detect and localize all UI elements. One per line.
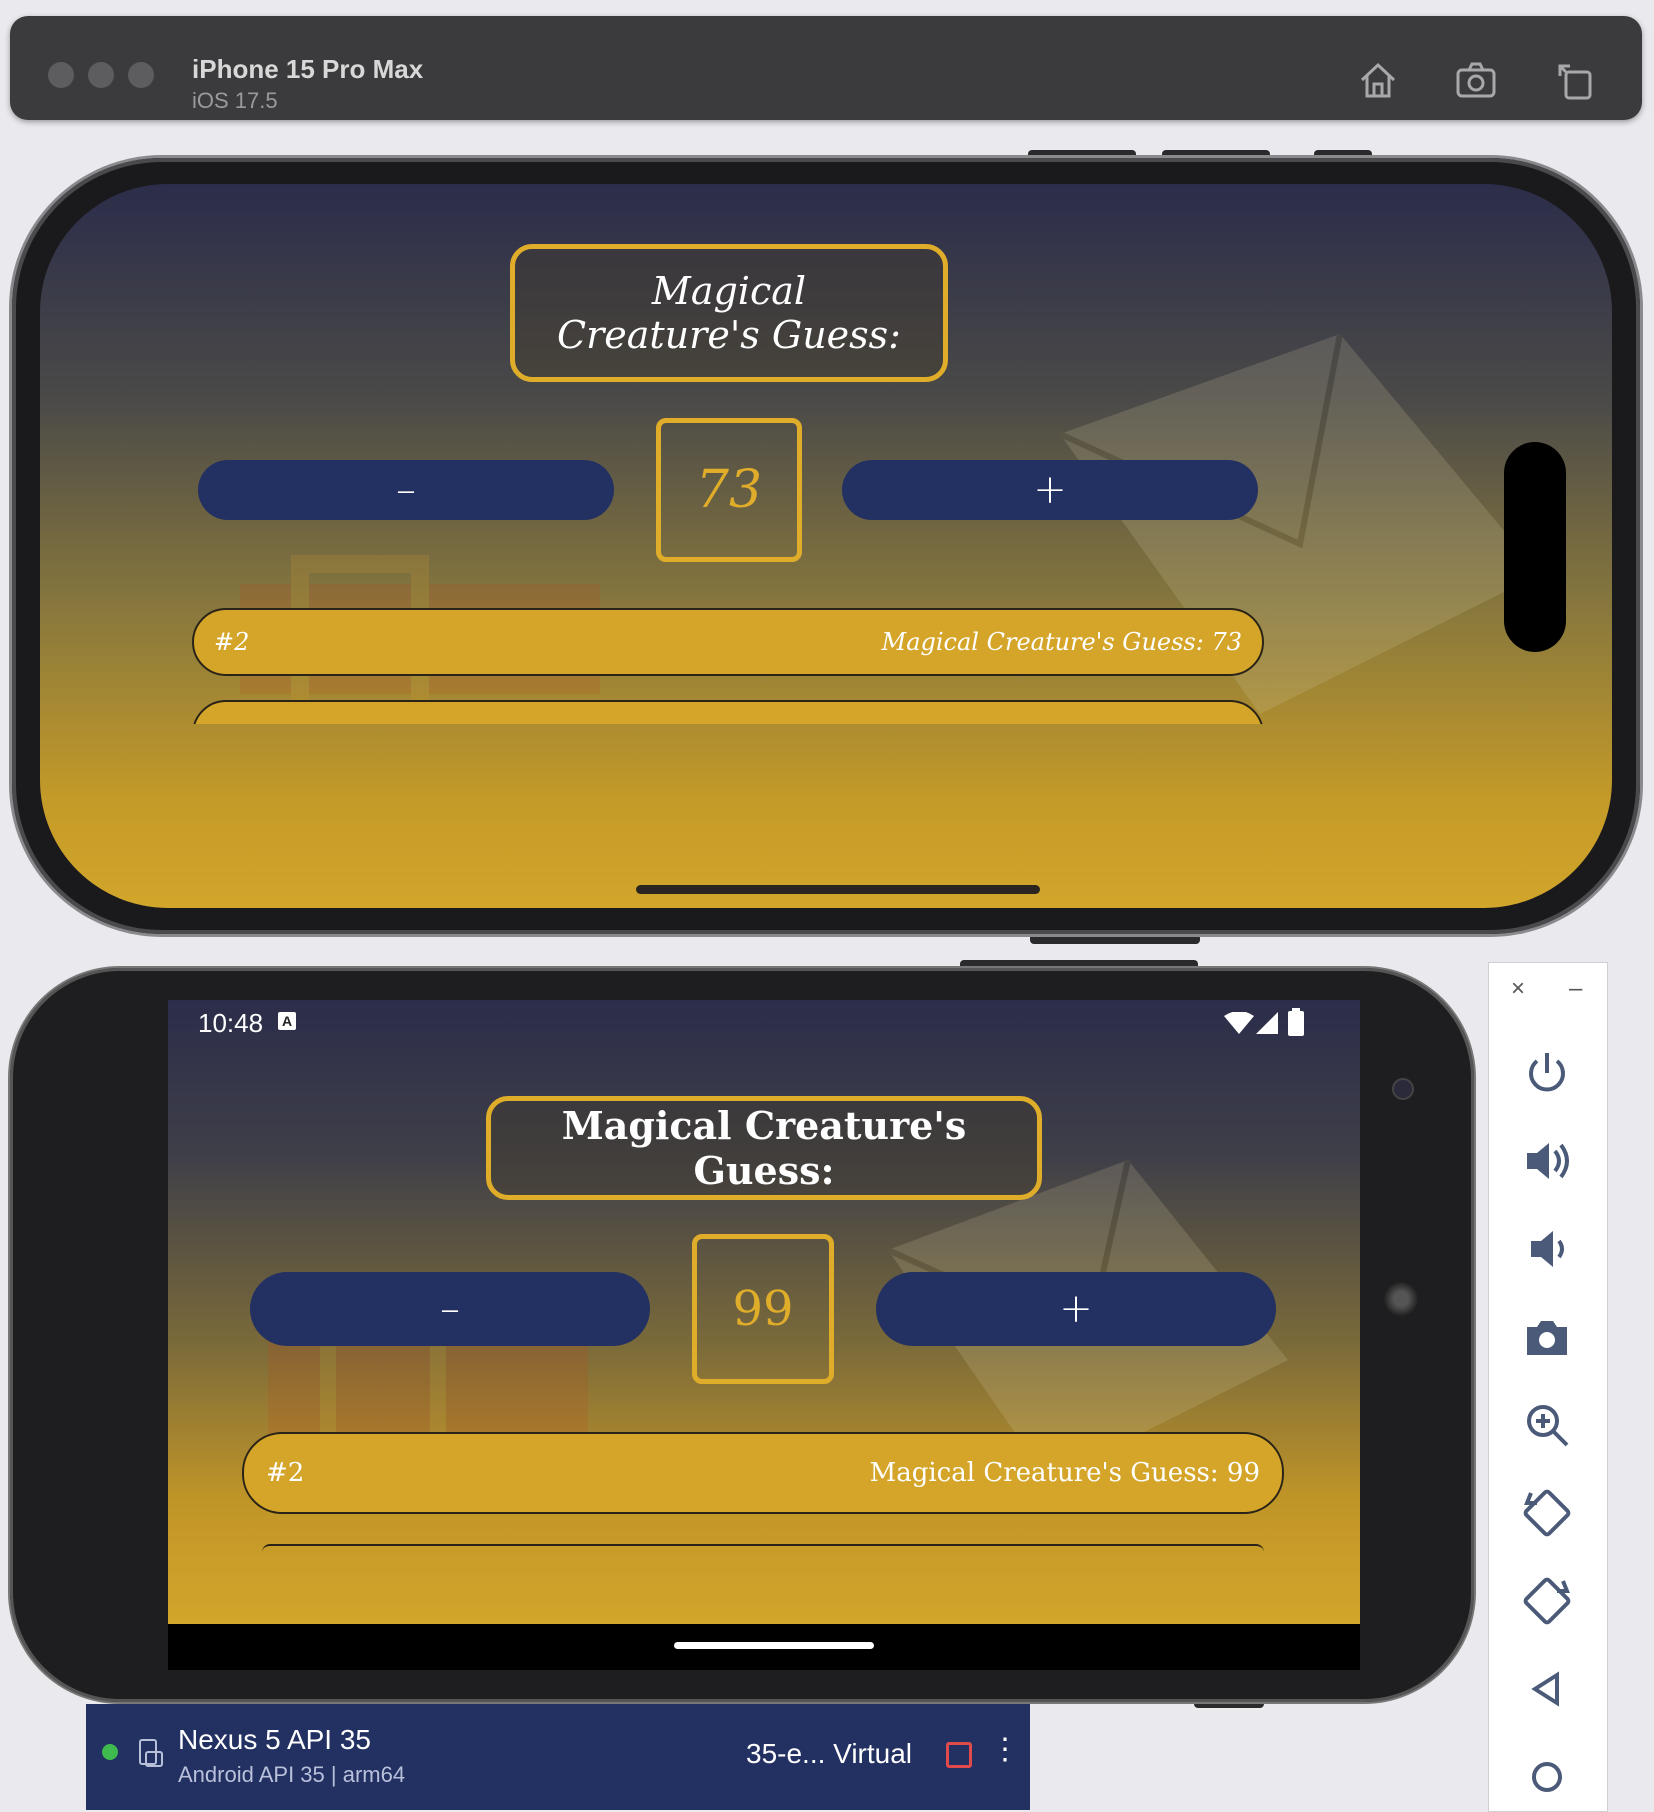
volume-up-icon[interactable]	[1519, 1133, 1575, 1189]
rotate-left-icon[interactable]	[1519, 1485, 1575, 1541]
current-guess: 73	[695, 460, 763, 520]
guess-title: Magical Creature's Guess:	[557, 269, 901, 357]
front-camera-icon	[1394, 1080, 1412, 1098]
back-icon[interactable]	[1519, 1661, 1575, 1717]
a-icon: A	[278, 1012, 296, 1030]
running-status-icon	[102, 1744, 118, 1760]
emulator-toolbar: × –	[1488, 962, 1608, 1812]
home-indicator[interactable]	[674, 1642, 874, 1649]
plus-label: +	[1059, 1286, 1093, 1332]
home-circle-icon[interactable]	[1519, 1749, 1575, 1805]
device-subtitle: Android API 35 | arm64	[178, 1762, 406, 1787]
minus-label: –	[440, 1286, 460, 1332]
device-icon	[139, 1739, 163, 1767]
simulator-titlebar: iPhone 15 Pro Max iOS 17.5	[10, 16, 1642, 120]
close-icon[interactable]: ×	[1511, 975, 1525, 1003]
zoom-window-button[interactable]	[128, 62, 154, 88]
device-type: 35-e... Virtual	[746, 1738, 913, 1769]
simulator-device-name: iPhone 15 Pro Max	[192, 54, 424, 84]
running-device-panel[interactable]: Nexus 5 API 35 Android API 35 | arm64 35…	[86, 1704, 1030, 1810]
guess-title-box: Magical Creature's Guess:	[486, 1096, 1042, 1200]
home-icon[interactable]	[1356, 58, 1400, 102]
dynamic-island	[1504, 442, 1566, 652]
guess-number-box: 73	[656, 418, 802, 562]
android-screen: 10:48 A Magical Creature's Guess: – 99 +…	[168, 1000, 1360, 1670]
status-bar: 10:48 A	[168, 1000, 1360, 1044]
device-name: Nexus 5 API 35	[178, 1724, 372, 1755]
log-text: Magical Creature's Guess: 73	[881, 628, 1242, 656]
home-indicator[interactable]	[636, 885, 1040, 894]
camera-icon[interactable]	[1519, 1309, 1575, 1365]
volume-down-icon[interactable]	[1519, 1221, 1575, 1277]
minimize-icon[interactable]: –	[1569, 975, 1582, 1003]
status-time: 10:48	[198, 1008, 264, 1038]
speaker-grille-icon	[1384, 1282, 1418, 1316]
decrease-button[interactable]: –	[198, 460, 614, 520]
guess-title-box: Magical Creature's Guess:	[510, 244, 948, 382]
guess-number-box: 99	[692, 1234, 834, 1384]
log-index: #2	[214, 628, 250, 656]
zoom-icon[interactable]	[1519, 1397, 1575, 1453]
log-list-item-partial	[192, 700, 1264, 724]
rotate-icon[interactable]	[1554, 58, 1598, 102]
android-frame: 10:48 A Magical Creature's Guess: – 99 +…	[10, 968, 1474, 1702]
battery-icon	[1288, 1008, 1304, 1036]
decrease-button[interactable]: –	[250, 1272, 650, 1346]
minimize-window-button[interactable]	[88, 62, 114, 88]
simulator-os-version: iOS 17.5	[192, 88, 278, 113]
iphone-screen: Magical Creature's Guess: – 73 + #2 Magi…	[40, 184, 1612, 908]
background-illustration: 10:48 A Magical Creature's Guess: – 99 +…	[168, 1000, 1360, 1624]
wifi-icon	[1224, 1012, 1254, 1034]
increase-button[interactable]: +	[842, 460, 1258, 520]
guess-title: Magical Creature's Guess:	[561, 1103, 967, 1193]
stop-device-button[interactable]	[946, 1742, 972, 1768]
log-index: #2	[266, 1458, 305, 1488]
signal-icon	[1256, 1012, 1278, 1034]
rotate-right-icon[interactable]	[1519, 1573, 1575, 1629]
iphone-power-button	[1030, 934, 1200, 944]
log-text: Magical Creature's Guess: 99	[869, 1458, 1260, 1488]
power-icon[interactable]	[1519, 1045, 1575, 1101]
minus-label: –	[396, 467, 416, 513]
increase-button[interactable]: +	[876, 1272, 1276, 1346]
current-guess: 99	[732, 1281, 794, 1337]
close-window-button[interactable]	[48, 62, 74, 88]
screenshot-icon[interactable]	[1454, 58, 1498, 102]
plus-label: +	[1033, 467, 1067, 513]
log-list-item: #2 Magical Creature's Guess: 73	[192, 608, 1264, 676]
iphone-frame: Magical Creature's Guess: – 73 + #2 Magi…	[12, 158, 1640, 934]
more-options-icon[interactable]: ⋮	[990, 1732, 1020, 1767]
log-list-item-partial	[262, 1544, 1264, 1552]
log-list-item: #2 Magical Creature's Guess: 99	[242, 1432, 1284, 1514]
